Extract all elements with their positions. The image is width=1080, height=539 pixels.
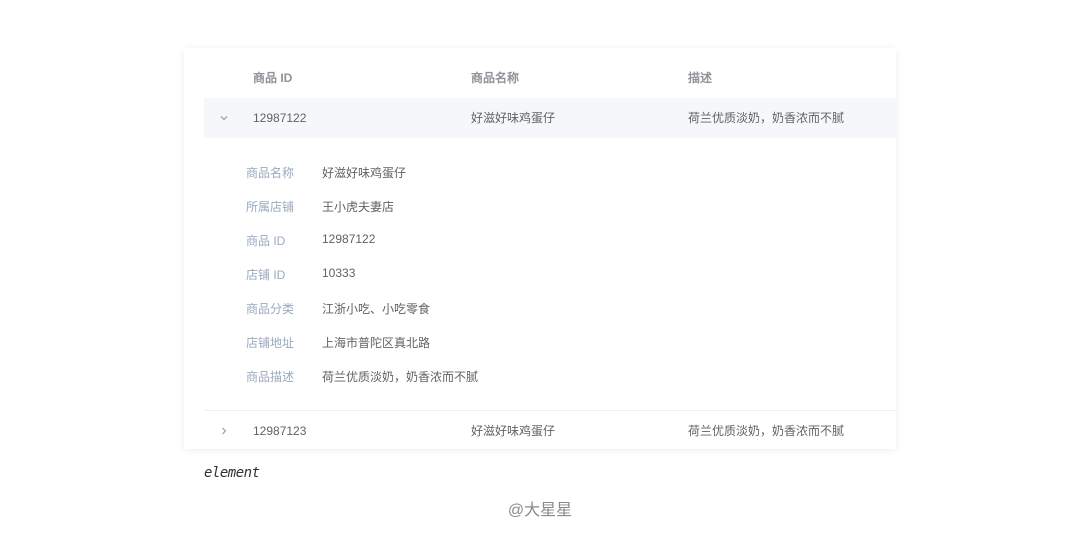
detail-item: 商品分类 江浙小吃、小吃零食 [246, 292, 746, 326]
detail-item: 商品名称 好滋好味鸡蛋仔 [246, 156, 746, 190]
detail-value: 好滋好味鸡蛋仔 [322, 166, 407, 180]
column-header-name[interactable]: 商品名称 [471, 58, 519, 98]
cell-id: 12987123 [253, 424, 307, 438]
watermark: @大星星 [507, 502, 573, 519]
detail-value: 荷兰优质淡奶，奶香浓而不腻 [322, 370, 479, 384]
column-header-desc[interactable]: 描述 [688, 58, 712, 98]
detail-label: 商品分类 [246, 302, 295, 316]
expanded-detail: 商品名称 好滋好味鸡蛋仔 所属店铺 王小虎夫妻店 商品 ID 12987122 … [246, 156, 746, 394]
expandable-table: 商品 ID 商品名称 描述 12987122 好滋好味鸡蛋仔 荷兰优质淡奶，奶香… [184, 48, 896, 449]
detail-label: 所属店铺 [246, 200, 295, 214]
table-row[interactable]: 12987123 好滋好味鸡蛋仔 荷兰优质淡奶，奶香浓而不腻 [204, 410, 896, 449]
detail-item: 商品描述 荷兰优质淡奶，奶香浓而不腻 [246, 360, 746, 394]
detail-value: 10333 [322, 266, 356, 280]
detail-value: 王小虎夫妻店 [322, 200, 395, 214]
detail-item: 所属店铺 王小虎夫妻店 [246, 190, 746, 224]
detail-value: 上海市普陀区真北路 [322, 336, 431, 350]
chevron-right-icon[interactable] [214, 411, 234, 449]
chevron-down-icon[interactable] [214, 98, 234, 138]
detail-value: 江浙小吃、小吃零食 [322, 302, 431, 316]
table-row[interactable]: 12987122 好滋好味鸡蛋仔 荷兰优质淡奶，奶香浓而不腻 [204, 98, 896, 138]
cell-desc: 荷兰优质淡奶，奶香浓而不腻 [688, 424, 845, 438]
detail-label: 店铺 ID [246, 268, 286, 282]
table-header: 商品 ID 商品名称 描述 [204, 58, 896, 98]
detail-item: 店铺 ID 10333 [246, 258, 746, 292]
cell-id: 12987122 [253, 111, 307, 125]
cell-name: 好滋好味鸡蛋仔 [471, 111, 556, 125]
detail-label: 商品名称 [246, 166, 295, 180]
detail-item: 商品 ID 12987122 [246, 224, 746, 258]
caption: element [204, 465, 260, 481]
cell-desc: 荷兰优质淡奶，奶香浓而不腻 [688, 111, 845, 125]
detail-label: 店铺地址 [246, 336, 295, 350]
detail-label: 商品 ID [246, 234, 286, 248]
detail-item: 店铺地址 上海市普陀区真北路 [246, 326, 746, 360]
detail-value: 12987122 [322, 232, 376, 246]
detail-label: 商品描述 [246, 370, 295, 384]
cell-name: 好滋好味鸡蛋仔 [471, 424, 556, 438]
column-header-id[interactable]: 商品 ID [253, 58, 292, 98]
